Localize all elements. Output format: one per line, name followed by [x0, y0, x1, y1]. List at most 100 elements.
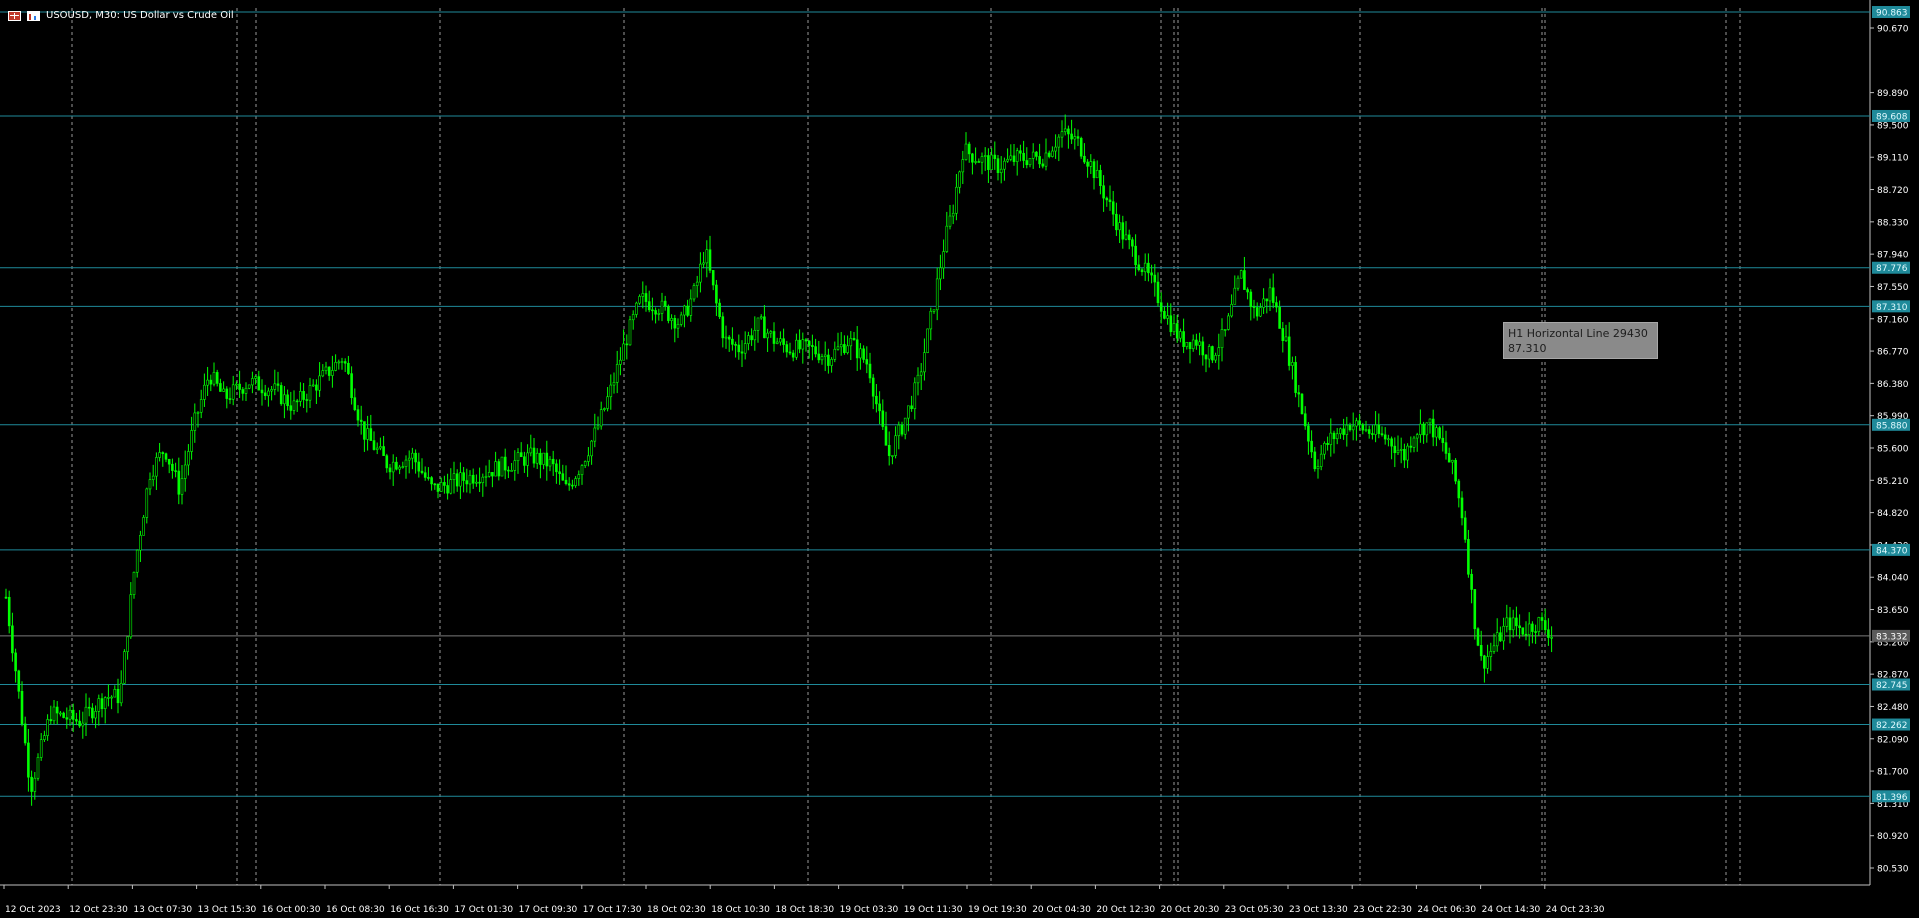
candle-body	[910, 405, 913, 410]
candle-body	[1223, 329, 1227, 331]
candle-body	[1355, 420, 1358, 427]
candle-body	[609, 384, 613, 398]
candle-body	[49, 719, 53, 722]
candle-body	[484, 475, 488, 478]
candle-body	[676, 324, 680, 329]
candle-body	[1163, 311, 1166, 319]
candle-body	[555, 463, 558, 473]
candle-body	[1227, 315, 1230, 330]
candle-body	[871, 377, 875, 397]
candle-body	[1207, 346, 1211, 360]
candle-body	[599, 409, 603, 427]
candle-body	[71, 709, 75, 720]
price-tick-label: 87.160	[1877, 315, 1909, 325]
chart-title-bar: USOUSD, M30: US Dollar vs Crude Oil	[8, 10, 234, 21]
candle-body	[935, 278, 939, 311]
candle-body	[283, 394, 286, 405]
candle-body	[315, 384, 318, 391]
candle-body	[327, 366, 331, 376]
candle-body	[87, 706, 91, 709]
candle-body	[1495, 632, 1499, 647]
candle-body	[641, 293, 645, 297]
candle-body	[1511, 617, 1515, 631]
candle-body	[244, 387, 248, 394]
candle-body	[635, 302, 638, 315]
time-tick-label: 24 Oct 23:30	[1546, 905, 1605, 915]
candle-body	[337, 361, 341, 364]
candle-body	[481, 476, 485, 483]
candle-body	[177, 470, 181, 495]
candle-body	[1236, 277, 1240, 289]
candle-body	[91, 707, 94, 719]
candle-body	[807, 340, 811, 346]
candle-body	[1115, 213, 1118, 231]
candle-body	[987, 155, 990, 170]
candle-body	[766, 332, 769, 339]
candle-body	[526, 452, 529, 466]
candle-body	[1217, 347, 1221, 356]
candle-body	[1335, 433, 1339, 440]
candle-body	[1499, 632, 1502, 642]
candle-body	[1367, 429, 1371, 434]
candle-body	[1137, 264, 1141, 271]
candle-body	[823, 354, 827, 357]
chart-background	[0, 0, 1919, 918]
candle-body	[1425, 422, 1429, 436]
candle-body	[1044, 152, 1048, 167]
candle-body	[1457, 480, 1461, 499]
candle-body	[769, 331, 773, 334]
candle-body	[587, 455, 590, 462]
candle-body	[443, 482, 446, 486]
candle-body	[276, 383, 280, 386]
candle-body	[1095, 170, 1099, 179]
candle-body	[1172, 323, 1176, 333]
table-icon[interactable]	[8, 10, 21, 21]
candle-body	[414, 452, 417, 463]
price-chart[interactable]: 90.670 89.890 89.500 89.110 88.720 88.330 87.9…	[0, 0, 1919, 918]
candle-body	[964, 143, 968, 160]
candle-body	[199, 399, 203, 413]
candle-body	[523, 456, 526, 466]
candle-body	[11, 625, 14, 654]
time-tick-label: 23 Oct 22:30	[1353, 905, 1412, 915]
price-badge-label: 82.745	[1876, 681, 1908, 691]
candle-body	[1531, 623, 1534, 632]
candle-body	[257, 376, 261, 391]
candle-body	[507, 469, 510, 472]
candle-body	[1191, 339, 1195, 350]
chart-icon[interactable]	[27, 10, 40, 21]
candle-body	[1067, 128, 1070, 135]
candle-body	[929, 310, 933, 330]
candle-body	[1313, 451, 1317, 470]
candle-body	[1329, 432, 1333, 445]
candle-body	[251, 378, 254, 386]
candle-body	[129, 594, 133, 638]
candle-body	[788, 351, 792, 354]
candle-body	[1204, 354, 1208, 360]
candle-body	[721, 316, 725, 339]
candle-body	[350, 373, 353, 398]
candle-body	[1006, 158, 1009, 162]
price-tick-label: 89.110	[1877, 154, 1909, 164]
candle-body	[1383, 434, 1387, 440]
candle-body	[673, 318, 677, 329]
candle-body	[219, 383, 222, 392]
candle-body	[887, 445, 891, 456]
candle-body	[1259, 307, 1262, 317]
candle-body	[695, 281, 699, 286]
candle-body	[1038, 156, 1041, 165]
price-tick-label: 80.530	[1877, 865, 1909, 875]
candle-body	[878, 403, 881, 412]
candle-body	[1502, 626, 1505, 642]
candle-body	[30, 776, 33, 792]
candle-body	[1476, 628, 1480, 646]
candle-body	[833, 348, 837, 360]
candle-body	[843, 344, 846, 353]
candle-body	[1182, 331, 1185, 347]
candle-body	[1345, 424, 1349, 435]
candle-body	[606, 396, 609, 409]
candle-body	[161, 452, 165, 454]
candle-body	[1220, 329, 1224, 348]
candle-body	[1118, 222, 1121, 231]
candle-body	[961, 159, 965, 173]
